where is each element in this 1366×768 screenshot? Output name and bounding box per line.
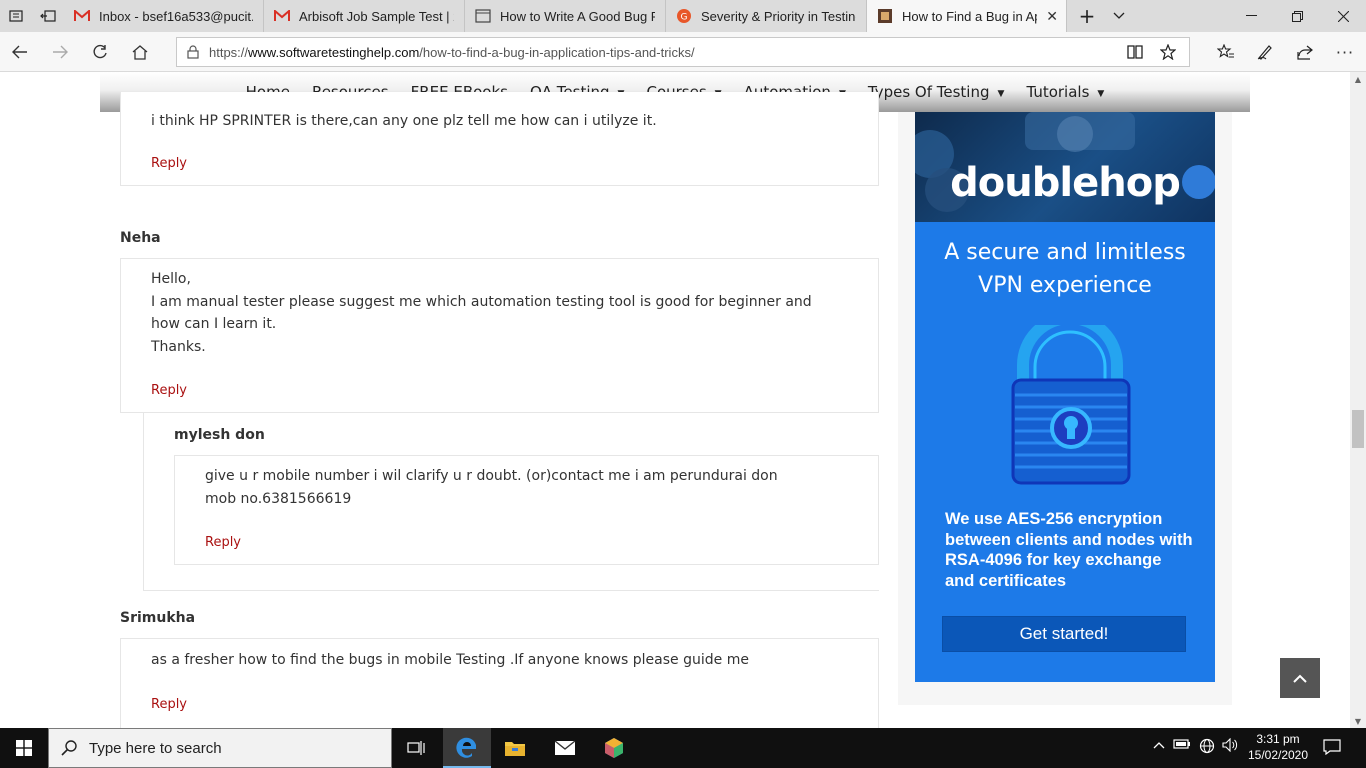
comment-author: Srimukha xyxy=(120,610,196,626)
comment-text: give u r mobile number i wil clarify u r… xyxy=(205,468,778,507)
close-tab-icon[interactable]: ✕ xyxy=(1046,8,1058,25)
address-bar-row: https://www.softwaretestinghelp.com/how-… xyxy=(0,32,1366,72)
reply-link[interactable]: Reply xyxy=(151,697,187,712)
tab-label: How to Find a Bug in Ap xyxy=(902,8,1037,24)
url-text: https://www.softwaretestinghelp.com/how-… xyxy=(209,44,695,60)
vpn-ad-banner[interactable]: doublehop A secure and limitless VPN exp… xyxy=(915,112,1215,682)
system-clock[interactable]: 3:31 pm 15/02/2020 xyxy=(1238,731,1318,763)
url-field[interactable]: https://www.softwaretestinghelp.com/how-… xyxy=(176,37,1190,67)
tab-find-bug-active[interactable]: How to Find a Bug in Ap ✕ xyxy=(867,0,1067,32)
reply-link[interactable]: Reply xyxy=(151,156,187,171)
windows-start-icon[interactable] xyxy=(0,728,48,768)
gmail-icon xyxy=(274,8,290,24)
get-started-button[interactable]: Get started! xyxy=(942,616,1186,652)
comment-text: Hello, I am manual tester please suggest… xyxy=(151,271,812,356)
app-cube-icon[interactable] xyxy=(590,728,638,768)
lock-icon xyxy=(187,45,199,59)
tab-label: Arbisoft Job Sample Test | 2 xyxy=(299,8,454,24)
ad-body-text: We use AES-256 encryption between client… xyxy=(945,510,1193,591)
volume-icon[interactable] xyxy=(1220,737,1240,756)
forward-icon[interactable] xyxy=(44,38,76,66)
share-icon[interactable] xyxy=(1289,38,1321,66)
tab-inbox[interactable]: Inbox - bsef16a533@pucit.e xyxy=(64,0,264,32)
set-tabs-aside-icon[interactable] xyxy=(32,0,64,32)
scroll-to-top-button[interactable] xyxy=(1280,658,1320,698)
ad-headline: A secure and limitless VPN experience xyxy=(944,240,1186,298)
task-view-icon[interactable] xyxy=(392,728,440,768)
tab-label: Inbox - bsef16a533@pucit.e xyxy=(99,8,253,24)
svg-text:G: G xyxy=(681,13,688,23)
show-hidden-icons-icon[interactable] xyxy=(1149,738,1169,753)
network-globe-icon[interactable] xyxy=(1197,738,1217,758)
battery-icon[interactable] xyxy=(1172,738,1192,754)
close-window-icon[interactable] xyxy=(1320,0,1366,32)
comment-text: as a fresher how to find the bugs in mob… xyxy=(151,652,749,668)
comment-box: as a fresher how to find the bugs in mob… xyxy=(120,638,879,728)
comment-author: Neha xyxy=(120,230,161,246)
new-tab-icon[interactable]: + xyxy=(1071,0,1103,32)
page-icon xyxy=(475,8,491,24)
dropdown-caret-icon: ▼ xyxy=(997,89,1005,99)
site-icon: G xyxy=(676,8,692,24)
comment-box: i think HP SPRINTER is there,can any one… xyxy=(120,92,879,186)
edge-browser-icon[interactable] xyxy=(443,728,491,768)
clock-date: 15/02/2020 xyxy=(1247,748,1309,762)
favorites-hub-icon[interactable] xyxy=(1210,38,1242,66)
padlock-icon xyxy=(1005,312,1135,490)
tab-arbisoft[interactable]: Arbisoft Job Sample Test | 2 xyxy=(264,0,465,32)
reply-link[interactable]: Reply xyxy=(151,383,187,398)
clock-time: 3:31 pm xyxy=(1256,732,1300,746)
gmail-icon xyxy=(74,8,90,24)
scroll-up-arrow-icon[interactable]: ▲ xyxy=(1350,72,1366,86)
menu-tutorials[interactable]: Tutorials ▼ xyxy=(1026,83,1104,101)
restore-icon[interactable] xyxy=(1274,0,1320,32)
tab-label: How to Write A Good Bug F xyxy=(500,8,655,24)
home-icon[interactable] xyxy=(124,38,156,66)
web-notes-icon[interactable] xyxy=(1249,38,1281,66)
menu-types-of-testing[interactable]: Types Of Testing ▼ xyxy=(868,83,1005,101)
file-explorer-icon[interactable] xyxy=(491,728,539,768)
more-options-icon[interactable]: ··· xyxy=(1329,38,1361,66)
reading-view-icon[interactable] xyxy=(1127,45,1143,59)
back-icon[interactable] xyxy=(4,38,36,66)
mail-icon[interactable] xyxy=(541,728,589,768)
comment-box: give u r mobile number i wil clarify u r… xyxy=(174,455,879,565)
search-placeholder: Type here to search xyxy=(89,739,222,757)
favorite-star-icon[interactable] xyxy=(1160,44,1176,60)
notifications-icon[interactable] xyxy=(1322,739,1342,759)
taskbar-search-box[interactable]: Type here to search xyxy=(48,728,392,768)
site-icon xyxy=(877,8,893,24)
tab-preview-chevron-icon[interactable] xyxy=(1103,0,1135,32)
tab-bug-report[interactable]: How to Write A Good Bug F xyxy=(465,0,666,32)
comment-author: mylesh don xyxy=(174,427,265,443)
vertical-scrollbar[interactable]: ▲ ▼ xyxy=(1350,72,1366,728)
page-viewport: Home Resources FREE EBooks QA Testing▼ C… xyxy=(0,72,1350,728)
chevron-up-icon xyxy=(1293,674,1307,683)
reply-link[interactable]: Reply xyxy=(205,535,241,550)
tab-severity-priority[interactable]: G Severity & Priority in Testing xyxy=(666,0,867,32)
scrollbar-thumb[interactable] xyxy=(1352,410,1364,448)
comment-box: Hello, I am manual tester please suggest… xyxy=(120,258,879,413)
tab-actions-icon[interactable] xyxy=(0,0,32,32)
refresh-icon[interactable] xyxy=(84,38,116,66)
browser-tab-bar: Inbox - bsef16a533@pucit.e Arbisoft Job … xyxy=(0,0,1366,32)
minimize-icon[interactable] xyxy=(1228,0,1274,32)
tab-label: Severity & Priority in Testing xyxy=(701,8,856,24)
scroll-down-arrow-icon[interactable]: ▼ xyxy=(1350,714,1366,728)
ad-brand-logo: doublehop xyxy=(950,160,1181,206)
windows-taskbar: Type here to search 3:31 pm 15/02/2020 xyxy=(0,728,1366,768)
dropdown-caret-icon: ▼ xyxy=(1097,89,1105,99)
comment-text: i think HP SPRINTER is there,can any one… xyxy=(151,113,657,129)
search-icon xyxy=(61,740,77,756)
